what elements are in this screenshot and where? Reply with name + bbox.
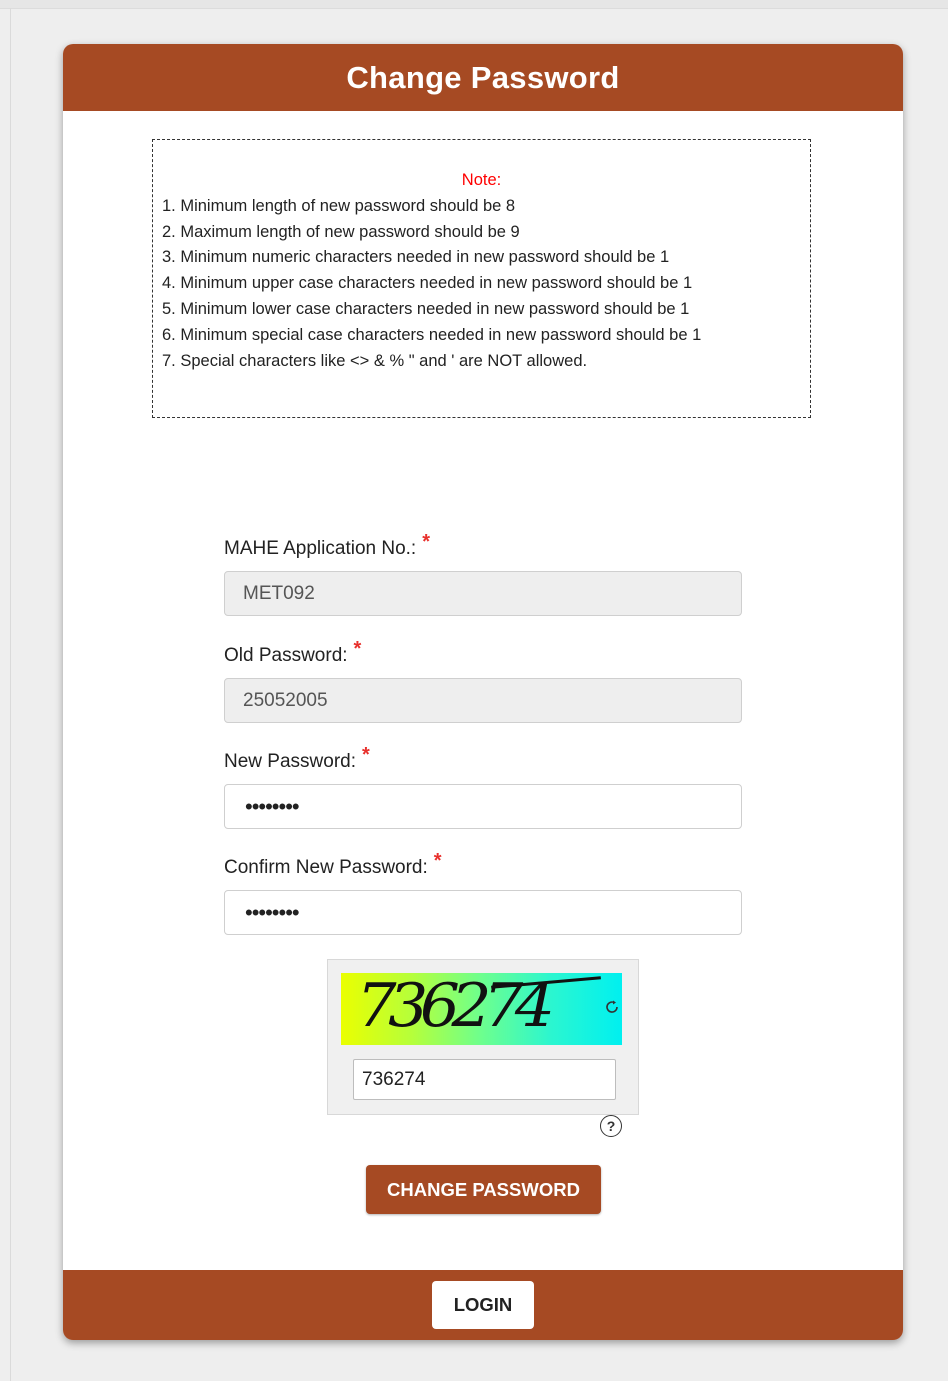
confirm-password-label-text: Confirm New Password: — [224, 857, 428, 878]
note-rule-5: 5. Minimum lower case characters needed … — [162, 299, 690, 318]
old-password-label-text: Old Password: — [224, 645, 348, 666]
note-rule-1: 1. Minimum length of new password should… — [162, 196, 516, 215]
confirm-password-input[interactable]: •••••••• — [224, 890, 742, 935]
required-mark: * — [362, 744, 370, 766]
new-password-masked: •••••••• — [245, 793, 300, 819]
note-rule-3: 3. Minimum numeric characters needed in … — [162, 248, 670, 267]
change-password-button-label: CHANGE PASSWORD — [387, 1178, 580, 1200]
page-left-border — [10, 8, 11, 1381]
application-no-label: MAHE Application No.: * — [224, 531, 430, 560]
application-no-label-text: MAHE Application No.: — [224, 538, 417, 559]
required-mark: * — [422, 531, 430, 553]
note-rule-2: 2. Maximum length of new password should… — [162, 222, 520, 241]
old-password-value: 25052005 — [243, 689, 328, 711]
note-rule-6: 6. Minimum special case characters neede… — [162, 325, 702, 344]
captcha-image: 736274 — [341, 973, 622, 1045]
help-symbol: ? — [606, 1118, 616, 1134]
note-rule-4: 4. Minimum upper case characters needed … — [162, 274, 693, 293]
application-no-input[interactable]: MET092 — [224, 571, 742, 616]
page-title: Change Password — [346, 59, 620, 95]
change-password-card: Change Password Note: 1. Minimum length … — [63, 44, 903, 1340]
browser-top-edge — [0, 0, 948, 9]
old-password-label: Old Password: * — [224, 638, 361, 667]
confirm-password-label: Confirm New Password: * — [224, 850, 442, 879]
new-password-label-text: New Password: — [224, 751, 356, 772]
card-header: Change Password — [63, 44, 903, 111]
password-rules-note: Note: 1. Minimum length of new password … — [152, 139, 811, 418]
change-password-button[interactable]: CHANGE PASSWORD — [366, 1165, 601, 1214]
note-heading: Note: — [461, 171, 502, 189]
required-mark: * — [353, 638, 362, 660]
login-button-label: LOGIN — [453, 1294, 513, 1315]
new-password-input[interactable]: •••••••• — [224, 784, 742, 829]
old-password-input[interactable]: 25052005 — [224, 678, 742, 723]
required-mark: * — [433, 850, 442, 872]
login-button[interactable]: LOGIN — [432, 1281, 534, 1329]
application-no-value: MET092 — [243, 582, 315, 604]
note-rule-7: 7. Special characters like <> & % " and … — [162, 351, 588, 370]
confirm-password-masked: •••••••• — [245, 899, 300, 925]
help-icon[interactable]: ? — [600, 1115, 622, 1137]
captcha-input-value: 736274 — [362, 1068, 426, 1090]
new-password-label: New Password: * — [224, 744, 370, 773]
refresh-icon[interactable] — [604, 999, 620, 1015]
captcha-panel: 736274 736274 — [327, 959, 639, 1115]
captcha-input[interactable]: 736274 — [353, 1059, 616, 1100]
card-footer: LOGIN — [63, 1270, 903, 1340]
